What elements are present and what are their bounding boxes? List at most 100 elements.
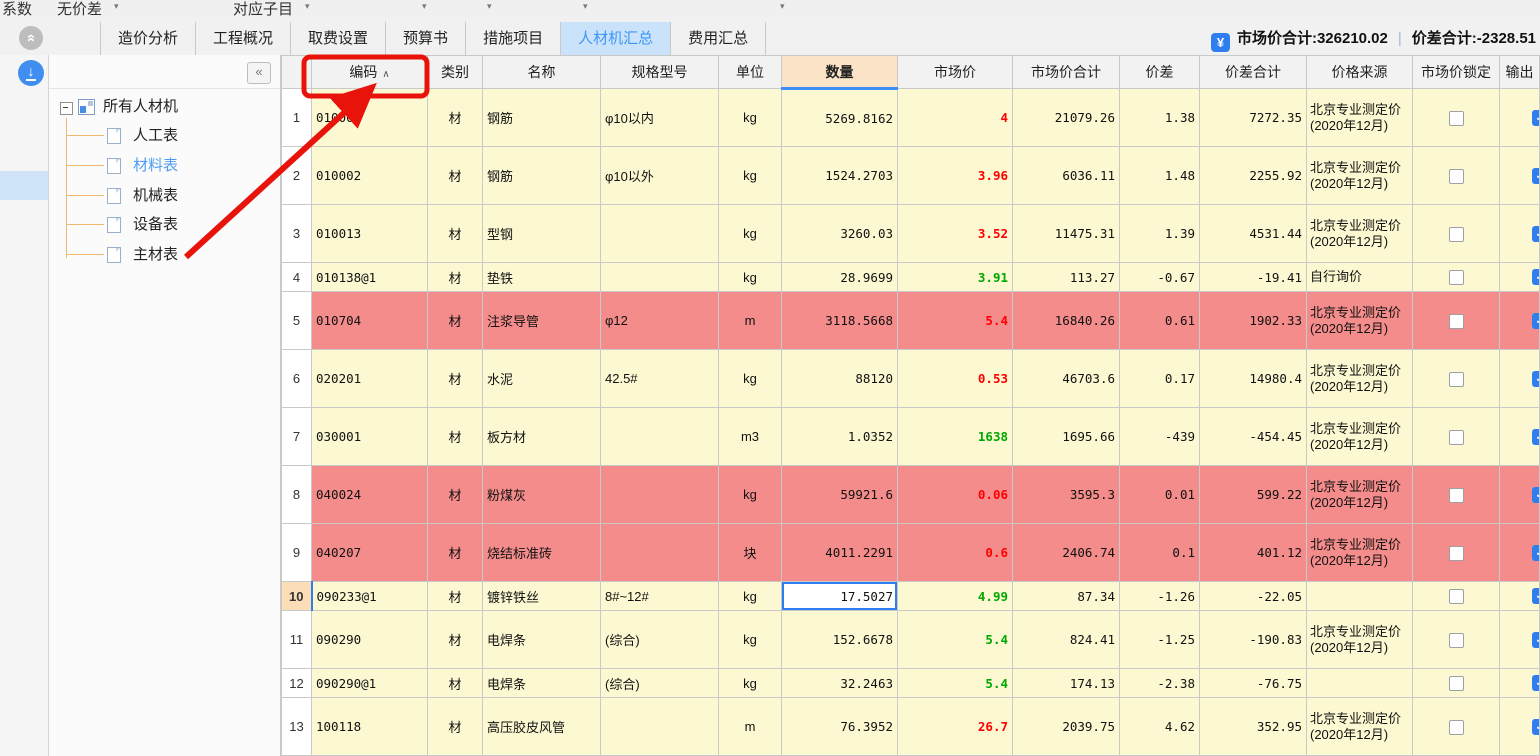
cell-unit[interactable]: kg [719,582,782,611]
cell-market_total[interactable]: 1695.66 [1013,408,1120,466]
cell-code[interactable]: 090290 [312,611,428,669]
cell-output[interactable]: ✓ [1500,292,1540,350]
cell-output[interactable]: ✓ [1500,466,1540,524]
cell-market_price[interactable]: 1638 [898,408,1013,466]
cell-price_diff_total[interactable]: 352.95 [1200,698,1307,756]
cell-source[interactable]: 北京专业测定价(2020年12月) [1307,524,1413,582]
market-price-lock-checkbox[interactable] [1449,720,1464,735]
cell-unit[interactable]: kg [719,466,782,524]
cell-price_diff_total[interactable]: 2255.92 [1200,147,1307,205]
cell-price_diff[interactable]: 0.61 [1120,292,1200,350]
chevron-down-icon[interactable]: ▾ [487,1,492,12]
cell-price_diff[interactable]: 0.1 [1120,524,1200,582]
cell-num[interactable]: 12 [282,669,312,698]
cell-num[interactable]: 5 [282,292,312,350]
cell-num[interactable]: 2 [282,147,312,205]
cell-lock[interactable] [1413,147,1500,205]
cell-name[interactable]: 高压胶皮风管 [483,698,601,756]
cell-price_diff[interactable]: 0.01 [1120,466,1200,524]
market-price-lock-checkbox[interactable] [1449,633,1464,648]
tab-取费设置[interactable]: 取费设置 [291,22,386,55]
cell-price_diff_total[interactable]: -454.45 [1200,408,1307,466]
market-price-lock-checkbox[interactable] [1449,676,1464,691]
cell-price_diff_total[interactable]: -190.83 [1200,611,1307,669]
cell-category[interactable]: 材 [428,147,483,205]
chevron-down-icon[interactable]: ▾ [780,1,785,12]
col-header-code[interactable]: 编码∧ [312,56,428,89]
col-header-name[interactable]: 名称 [483,56,601,89]
col-header-unit[interactable]: 单位 [719,56,782,89]
cell-num[interactable]: 11 [282,611,312,669]
cell-output[interactable]: ✓ [1500,611,1540,669]
cell-market_price[interactable]: 0.53 [898,350,1013,408]
cell-spec[interactable] [601,698,719,756]
cell-category[interactable]: 材 [428,524,483,582]
cell-name[interactable]: 钢筋 [483,147,601,205]
chevron-down-icon[interactable]: ▾ [114,1,119,12]
cell-num[interactable]: 4 [282,263,312,292]
cell-lock[interactable] [1413,408,1500,466]
cell-name[interactable]: 电焊条 [483,611,601,669]
cell-category[interactable]: 材 [428,669,483,698]
cell-lock[interactable] [1413,292,1500,350]
col-header-category[interactable]: 类别 [428,56,483,89]
cell-category[interactable]: 材 [428,466,483,524]
cell-code[interactable]: 010001 [312,89,428,147]
cell-source[interactable]: 北京专业测定价(2020年12月) [1307,89,1413,147]
tab-人材机汇总[interactable]: 人材机汇总 [561,22,671,55]
cell-lock[interactable] [1413,669,1500,698]
cell-spec[interactable]: (综合) [601,669,719,698]
cell-category[interactable]: 材 [428,582,483,611]
cell-lock[interactable] [1413,263,1500,292]
chevron-down-icon[interactable]: ▾ [305,1,310,12]
cell-lock[interactable] [1413,350,1500,408]
cell-lock[interactable] [1413,582,1500,611]
cell-num[interactable]: 8 [282,466,312,524]
cell-market_total[interactable]: 11475.31 [1013,205,1120,263]
cell-price_diff_total[interactable]: -76.75 [1200,669,1307,698]
cell-qty[interactable]: 1.0352 [782,408,898,466]
cell-price_diff_total[interactable]: 4531.44 [1200,205,1307,263]
cell-code[interactable]: 100118 [312,698,428,756]
cell-num[interactable]: 1 [282,89,312,147]
cell-market_total[interactable]: 21079.26 [1013,89,1120,147]
market-price-lock-checkbox[interactable] [1449,589,1464,604]
table-row[interactable]: 11090290材电焊条(综合)kg152.66785.4824.41-1.25… [282,611,1540,669]
table-row[interactable]: 7030001材板方材m31.035216381695.66-439-454.4… [282,408,1540,466]
cell-category[interactable]: 材 [428,89,483,147]
cell-output[interactable]: ✓ [1500,205,1540,263]
cell-source[interactable]: 北京专业测定价(2020年12月) [1307,147,1413,205]
table-row[interactable]: 1010001材钢筋φ10以内kg5269.8162421079.261.387… [282,89,1540,147]
col-header-market_total[interactable]: 市场价合计 [1013,56,1120,89]
cell-qty[interactable]: 4011.2291 [782,524,898,582]
output-checkbox[interactable]: ✓ [1532,313,1540,329]
cell-market_price[interactable]: 3.96 [898,147,1013,205]
cell-market_total[interactable]: 6036.11 [1013,147,1120,205]
cell-name[interactable]: 电焊条 [483,669,601,698]
cell-unit[interactable]: m3 [719,408,782,466]
cell-source[interactable] [1307,582,1413,611]
cell-qty[interactable]: 88120 [782,350,898,408]
cell-price_diff[interactable]: -2.38 [1120,669,1200,698]
cell-num[interactable]: 10 [282,582,312,611]
cell-category[interactable]: 材 [428,611,483,669]
cell-name[interactable]: 水泥 [483,350,601,408]
cell-name[interactable]: 板方材 [483,408,601,466]
output-checkbox[interactable]: ✓ [1532,588,1540,604]
cell-unit[interactable]: kg [719,89,782,147]
col-header-source[interactable]: 价格来源 [1307,56,1413,89]
cell-spec[interactable]: 8#~12# [601,582,719,611]
cell-output[interactable]: ✓ [1500,698,1540,756]
cell-lock[interactable] [1413,205,1500,263]
cell-price_diff[interactable]: -439 [1120,408,1200,466]
cell-spec[interactable] [601,524,719,582]
cell-market_total[interactable]: 2039.75 [1013,698,1120,756]
cell-price_diff_total[interactable]: -19.41 [1200,263,1307,292]
cell-unit[interactable]: kg [719,611,782,669]
cell-lock[interactable] [1413,89,1500,147]
cell-market_price[interactable]: 5.4 [898,292,1013,350]
table-row[interactable]: 4010138@1材垫铁kg28.96993.91113.27-0.67-19.… [282,263,1540,292]
cell-code[interactable]: 020201 [312,350,428,408]
cell-source[interactable]: 自行询价 [1307,263,1413,292]
cell-source[interactable]: 北京专业测定价(2020年12月) [1307,408,1413,466]
